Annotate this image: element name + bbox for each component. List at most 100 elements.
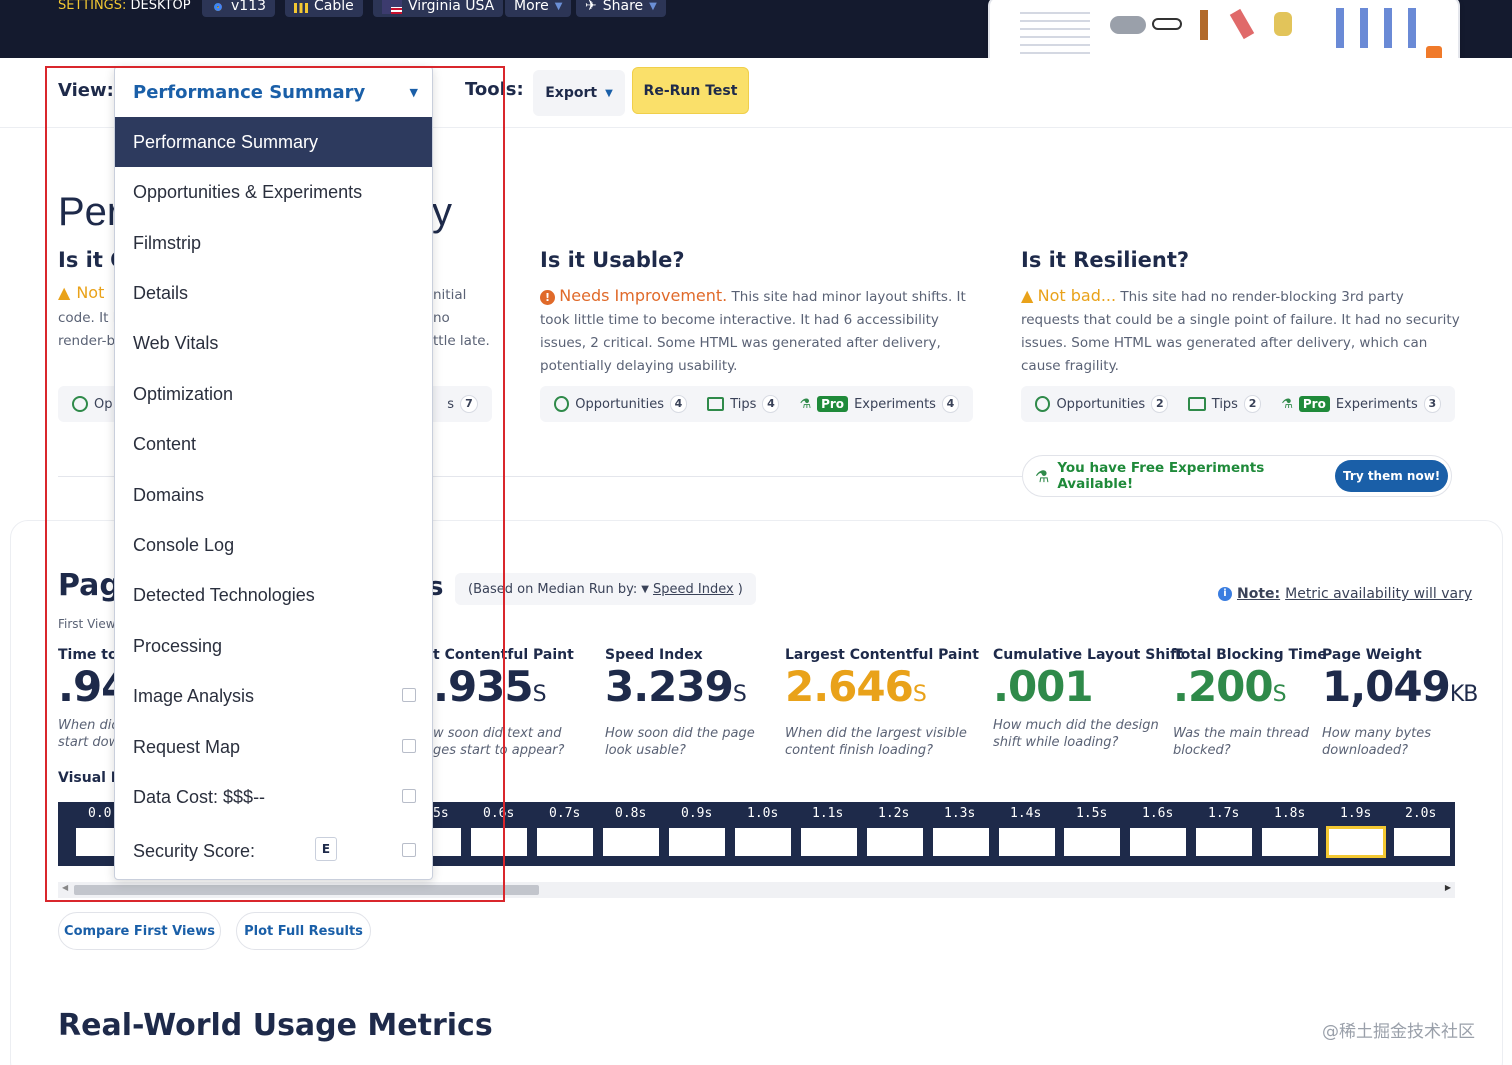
quick-desc-left: code. It b render-b [58, 310, 122, 349]
view-option-data-cost[interactable]: Data Cost: $$$-- [115, 772, 432, 822]
rerun-test-button[interactable]: Re-Run Test [632, 67, 749, 114]
view-option-console-log[interactable]: Console Log [115, 520, 432, 570]
warning-icon: ▲ [1021, 286, 1034, 305]
view-option-processing[interactable]: Processing [115, 621, 432, 671]
filmstrip-frame[interactable] [1394, 828, 1450, 856]
caret-down-icon: ▼ [409, 85, 418, 99]
quick-desc-right: nitial no ttle late. [433, 287, 490, 349]
pro-badge: Pro [817, 396, 849, 412]
filmstrip-frame[interactable] [537, 828, 593, 856]
median-run-selector[interactable]: (Based on Median Run by: ▼ Speed Index) [455, 573, 756, 605]
filmstrip-time-label: 0.9s [681, 806, 713, 821]
compare-first-views-button[interactable]: Compare First Views [58, 912, 221, 950]
view-option-detected-technologies[interactable]: Detected Technologies [115, 570, 432, 620]
filmstrip-frame[interactable] [999, 828, 1055, 856]
thumb-product [1110, 16, 1146, 34]
filmstrip-time-label: 1.0s [747, 806, 779, 821]
opportunities-link[interactable]: Op [94, 397, 112, 412]
tips-link[interactable]: Tips [1212, 397, 1238, 412]
filmstrip-time-label: 1.2s [878, 806, 910, 821]
filmstrip-frame[interactable] [603, 828, 659, 856]
view-option-domains[interactable]: Domains [115, 470, 432, 520]
filmstrip-frame[interactable] [933, 828, 989, 856]
settings-label: SETTINGS: DESKTOP [58, 0, 191, 13]
warning-icon: ▲ [58, 283, 71, 302]
filmstrip-time-label: 1.5s [1076, 806, 1108, 821]
try-experiments-button[interactable]: Try them now! [1335, 460, 1448, 492]
us-flag-icon [382, 0, 402, 14]
thumb-product [1200, 10, 1208, 40]
tips-icon [1188, 397, 1206, 411]
filmstrip-time-label: 1.3s [944, 806, 976, 821]
usable-desc: ! Needs Improvement. This site had minor… [540, 286, 966, 374]
opportunities-link[interactable]: Opportunities [575, 397, 664, 412]
export-button[interactable]: Export ▼ [533, 70, 625, 116]
plot-full-results-button[interactable]: Plot Full Results [236, 912, 371, 950]
metric-col: Page Weight 1,049KB How many bytes download… [1322, 647, 1478, 758]
thumb-list [1020, 6, 1090, 58]
pro-badge: Pro [1298, 396, 1330, 412]
view-option-filmstrip[interactable]: Filmstrip [115, 218, 432, 268]
metric-col: Total Blocking Time .200S Was the main thr… [1173, 647, 1327, 758]
filmstrip-frame[interactable] [1064, 828, 1120, 856]
view-option-web-vitals[interactable]: Web Vitals [115, 318, 432, 368]
filmstrip-frame[interactable] [76, 828, 116, 856]
flask-icon: ⚗ [1281, 396, 1293, 412]
scroll-right-icon[interactable]: ▶ [1445, 883, 1451, 892]
opportunities-link[interactable]: Opportunities [1056, 397, 1145, 412]
share-chip[interactable]: ✈ Share ▼ [576, 0, 666, 17]
experiments-link[interactable]: Experiments [1336, 397, 1418, 412]
filmstrip-frame[interactable] [735, 828, 791, 856]
filmstrip-frame[interactable] [471, 828, 527, 856]
metric-col: Cumulative Layout Shift .001 How much did … [993, 647, 1183, 750]
metric-col: Speed Index 3.239S How soon did the page lo… [605, 647, 755, 758]
view-select[interactable]: Performance Summary ▼ [115, 67, 432, 117]
opportunities-icon [72, 396, 88, 412]
filmstrip-frame[interactable] [669, 828, 725, 856]
view-option-details[interactable]: Details [115, 268, 432, 318]
chrome-icon [211, 0, 225, 14]
opportunities-icon [1035, 396, 1051, 412]
filmstrip-time-label: 1.6s [1142, 806, 1174, 821]
thumb-product [1274, 12, 1292, 36]
view-option-content[interactable]: Content [115, 419, 432, 469]
filmstrip-frame[interactable] [1326, 826, 1386, 858]
more-chip[interactable]: More ▼ [505, 0, 572, 17]
chevron-down-icon: ▼ [649, 1, 657, 12]
view-option-security-score[interactable]: Security Score: E [115, 823, 432, 879]
browser-chip[interactable]: v113 [202, 0, 276, 17]
filmstrip-frame[interactable] [1130, 828, 1186, 856]
resilient-heading: Is it Resilient? [1021, 248, 1190, 272]
filmstrip-frame[interactable] [801, 828, 857, 856]
view-label: View: [58, 80, 114, 101]
watermark: @稀土掘金技术社区 [1322, 1022, 1475, 1042]
metric-col: Largest Contentful Paint 2.646S When did t… [785, 647, 979, 758]
scroll-left-icon[interactable]: ◀ [62, 883, 68, 892]
flask-icon: ⚗ [799, 396, 812, 412]
filmstrip-scrollbar[interactable]: ◀ ▶ [58, 882, 1455, 898]
view-option-image-analysis[interactable]: Image Analysis [115, 671, 432, 721]
view-option-opportunities-experiments[interactable]: Opportunities & Experiments [115, 167, 432, 217]
view-dropdown-menu: Performance Summary ▼ Performance Summary… [114, 66, 433, 880]
scrollbar-thumb[interactable] [74, 885, 539, 895]
external-link-icon [402, 789, 416, 803]
filmstrip-frame[interactable] [1262, 828, 1318, 856]
connection-chip[interactable]: Cable [285, 0, 363, 17]
view-option-request-map[interactable]: Request Map [115, 722, 432, 772]
flask-icon: ⚗ [1035, 466, 1050, 486]
filmstrip-time-label: 2.0s [1405, 806, 1437, 821]
view-option-optimization[interactable]: Optimization [115, 369, 432, 419]
summary-title-left: Per [58, 190, 121, 234]
view-option-performance-summary[interactable]: Performance Summary [115, 117, 432, 167]
tips-link[interactable]: Tips [730, 397, 756, 412]
filmstrip-time-label: 0.8s [615, 806, 647, 821]
location-chip[interactable]: Virginia USA [373, 0, 504, 17]
filmstrip-frame[interactable] [867, 828, 923, 856]
caret-down-icon: ▼ [605, 87, 613, 99]
summary-title-right: y [432, 190, 452, 234]
experiments-link[interactable]: Experiments [854, 397, 936, 412]
filmstrip-time-label: 0.7s [549, 806, 581, 821]
filmstrip-time-label: 1.7s [1208, 806, 1240, 821]
filmstrip-frame[interactable] [1196, 828, 1252, 856]
thumb-product [1229, 8, 1255, 40]
